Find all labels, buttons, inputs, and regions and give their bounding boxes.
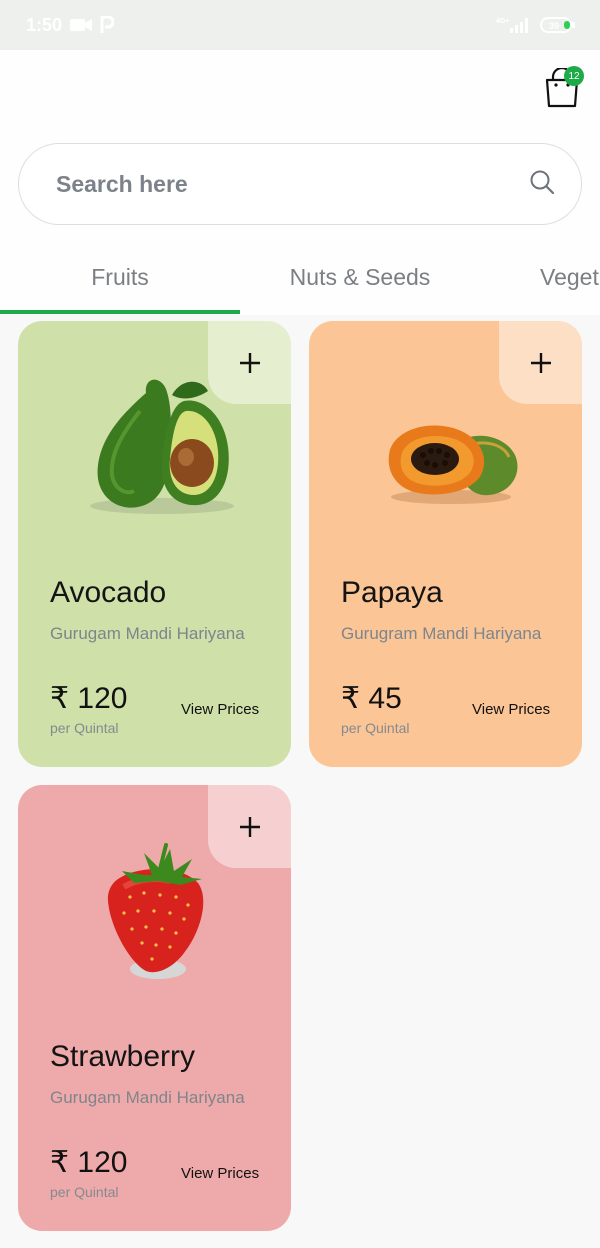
status-bar: 1:50 4G+ 39: [0, 0, 600, 50]
product-name: Papaya: [341, 576, 443, 609]
search-input[interactable]: [56, 170, 529, 198]
signal-icon: 4G+: [496, 16, 530, 34]
cart-count-badge: 12: [564, 66, 584, 86]
product-card-strawberry[interactable]: Strawberry Gurugam Mandi Hariyana ₹ 120 …: [18, 785, 291, 1231]
product-name: Strawberry: [50, 1040, 196, 1073]
cart-button[interactable]: 12: [544, 66, 584, 108]
product-price: ₹ 120: [50, 1146, 128, 1179]
price-unit: per Quintal: [341, 720, 410, 736]
header: 12 Fruits Nuts & Seeds Veget: [0, 50, 600, 315]
network-label: 4G+: [496, 18, 509, 25]
product-price: ₹ 45: [341, 682, 402, 715]
product-name: Avocado: [50, 576, 167, 609]
papaya-image: [388, 425, 518, 504]
battery-icon: 39: [540, 16, 576, 34]
view-prices-link[interactable]: View Prices: [181, 1165, 259, 1182]
status-time: 1:50: [26, 14, 63, 35]
product-location: Gurugram Mandi Hariyana: [341, 624, 542, 643]
tab-nuts-seeds[interactable]: Nuts & Seeds: [240, 250, 480, 314]
product-price: ₹ 120: [50, 682, 128, 715]
product-card-papaya[interactable]: Papaya Gurugram Mandi Hariyana ₹ 45 per …: [309, 321, 582, 767]
product-location: Gurugam Mandi Hariyana: [50, 1088, 245, 1107]
search-icon[interactable]: [529, 169, 555, 200]
tab-vegetables[interactable]: Veget: [540, 250, 600, 314]
status-right: 4G+ 39: [496, 16, 576, 34]
product-card-avocado[interactable]: Avocado Gurugam Mandi Hariyana ₹ 120 per…: [18, 321, 291, 767]
strawberry-image: [107, 843, 204, 979]
product-location: Gurugam Mandi Hariyana: [50, 624, 245, 643]
view-prices-link[interactable]: View Prices: [472, 701, 550, 718]
status-left: 1:50: [26, 14, 115, 36]
view-prices-link[interactable]: View Prices: [181, 701, 259, 718]
search-bar: [18, 143, 582, 225]
video-camera-icon: [70, 17, 93, 33]
price-unit: per Quintal: [50, 1184, 119, 1200]
parking-icon: [100, 16, 115, 34]
battery-level: 39: [549, 21, 559, 31]
avocado-image: [90, 379, 234, 514]
price-unit: per Quintal: [50, 720, 119, 736]
tab-fruits[interactable]: Fruits: [0, 250, 240, 314]
category-tabs: Fruits Nuts & Seeds Veget: [0, 250, 600, 314]
